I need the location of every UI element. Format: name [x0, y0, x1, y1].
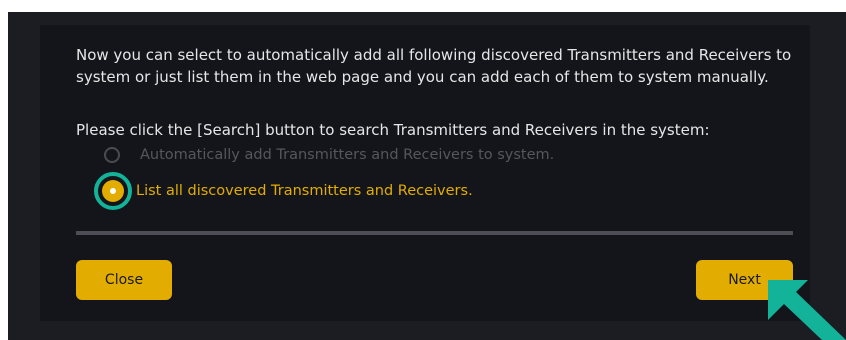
- option-auto-add[interactable]: Automatically add Transmitters and Recei…: [104, 147, 554, 163]
- option-list-all-label: List all discovered Transmitters and Rec…: [136, 183, 473, 199]
- radio-unselected-icon[interactable]: [104, 147, 120, 163]
- arrow-pointer-icon: [768, 280, 846, 340]
- option-list-all[interactable]: List all discovered Transmitters and Rec…: [94, 172, 473, 210]
- divider: [76, 231, 793, 235]
- radio-highlight-ring: [94, 172, 132, 210]
- close-button[interactable]: Close: [76, 260, 172, 300]
- intro-text: Now you can select to automatically add …: [76, 46, 792, 86]
- instruction-text: Please click the [Search] button to sear…: [76, 121, 710, 139]
- radio-selected-icon[interactable]: [102, 180, 124, 202]
- radio-dot: [110, 188, 116, 194]
- option-auto-add-label: Automatically add Transmitters and Recei…: [140, 147, 555, 163]
